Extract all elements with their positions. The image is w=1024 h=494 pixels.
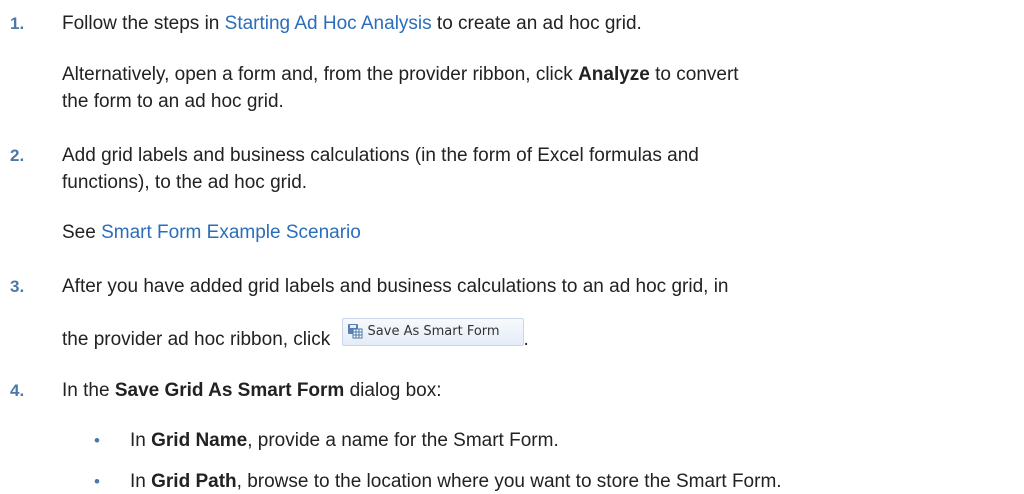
save-as-smart-form-button[interactable]: Save As Smart Form: [341, 318, 524, 346]
bullet-text-part: In: [130, 430, 152, 451]
step-text: Add grid labels and business calculation…: [62, 145, 699, 166]
step-text-part: Follow the steps in: [62, 13, 225, 34]
bullet-text-part: In: [130, 471, 152, 492]
step-text-part: dialog box:: [344, 380, 442, 401]
step-text-part: .: [523, 329, 529, 351]
alt-text-line: the form to an ad hoc grid.: [62, 91, 284, 112]
smart-form-example-scenario-link[interactable]: Smart Form Example Scenario: [101, 222, 361, 243]
step-number: 1.: [10, 14, 25, 33]
see-prefix: See: [62, 222, 102, 243]
step-text: Follow the steps in Starting Ad Hoc Anal…: [62, 13, 642, 35]
bullet-icon: •: [94, 472, 100, 491]
bullet-text: In Grid Name, provide a name for the Sma…: [130, 430, 559, 452]
step-number: 2.: [10, 146, 25, 165]
see-text: See Smart Form Example Scenario: [62, 222, 361, 244]
step-text-part: In the: [62, 380, 115, 401]
analyze-term: Analyze: [578, 64, 650, 85]
step-text-part: to create an ad hoc grid.: [431, 13, 642, 34]
step-text-part: the provider ad hoc ribbon, click: [62, 329, 336, 351]
bullet-text-part: , provide a name for the Smart Form.: [247, 430, 559, 451]
grid-name-term: Grid Name: [151, 430, 248, 451]
alt-text-part: to convert: [649, 64, 739, 85]
grid-path-term: Grid Path: [151, 471, 237, 492]
step-number: 3.: [10, 277, 25, 296]
save-smart-form-icon: [347, 323, 363, 338]
button-label: Save As Smart Form: [367, 324, 500, 339]
starting-ad-hoc-analysis-link[interactable]: Starting Ad Hoc Analysis: [225, 13, 432, 34]
step-text: After you have added grid labels and bus…: [62, 276, 729, 297]
bullet-icon: •: [94, 431, 100, 450]
dialog-name: Save Grid As Smart Form: [114, 380, 345, 401]
bullet-text-part: , browse to the location where you want …: [236, 471, 782, 492]
alt-text: Alternatively, open a form and, from the…: [62, 64, 739, 86]
alt-text-part: Alternatively, open a form and, from the…: [62, 64, 579, 85]
document: 1. Follow the steps in Starting Ad Hoc A…: [0, 0, 1024, 494]
bullet-text: In Grid Path, browse to the location whe…: [130, 471, 782, 493]
step-number: 4.: [10, 381, 25, 400]
step-text: In the Save Grid As Smart Form dialog bo…: [62, 380, 442, 402]
step-text-line: the provider ad hoc ribbon, click Save A…: [62, 318, 529, 354]
step-text-line: functions), to the ad hoc grid.: [62, 172, 308, 193]
